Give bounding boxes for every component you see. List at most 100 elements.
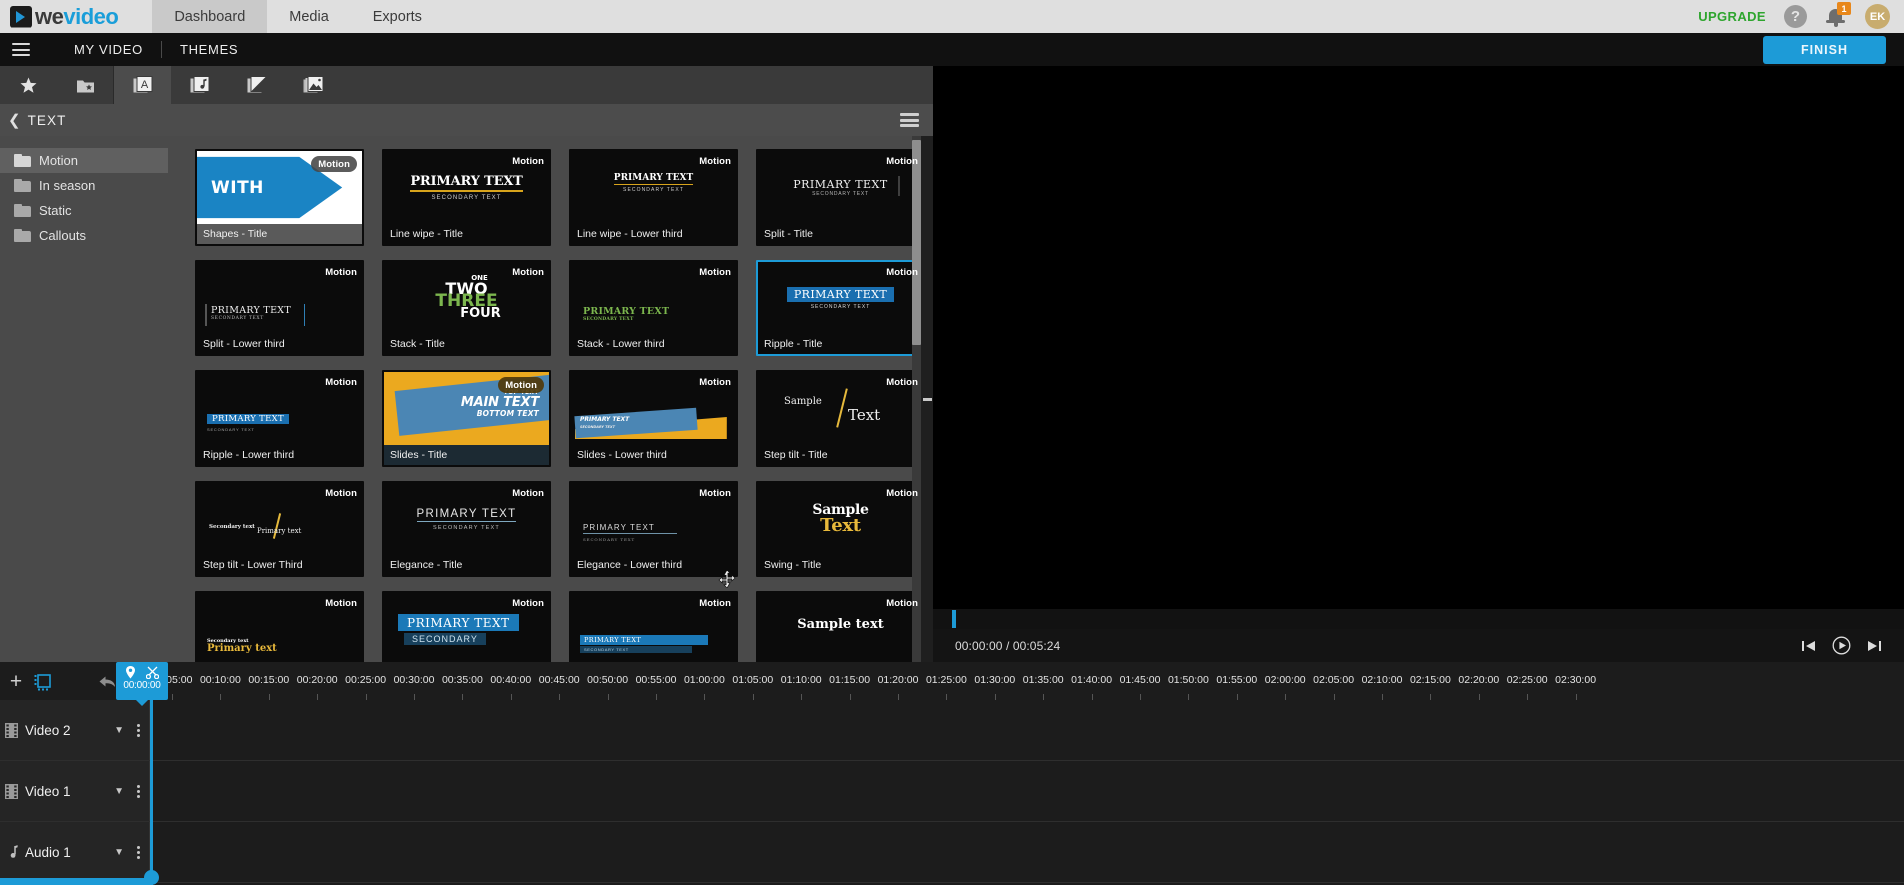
template-card[interactable]: PRIMARY TEXT SECONDARY TEXT Motion Elega… bbox=[382, 480, 551, 577]
tab-my-video[interactable]: MY VIDEO bbox=[56, 42, 161, 57]
template-grid-wrap: WITH Motion Shapes - Title PRIMARY TEXT … bbox=[168, 136, 933, 662]
thumb-primary-text: PRIMARY TEXT bbox=[398, 614, 519, 631]
thumb-secondary-text: SECONDARY TEXT bbox=[431, 195, 502, 201]
scrubber-playhead[interactable] bbox=[952, 610, 956, 628]
motion-badge: Motion bbox=[512, 156, 544, 167]
template-card[interactable]: Sample text Motion Flying - Title bbox=[756, 591, 925, 662]
template-card[interactable]: PRIMARY TEXT SECONDARY TEXT Motion Split… bbox=[756, 149, 925, 246]
finish-button[interactable]: FINISH bbox=[1763, 35, 1886, 64]
category-motion[interactable]: Motion bbox=[0, 148, 168, 173]
preview-scrubber[interactable] bbox=[933, 609, 1904, 629]
playhead-badge[interactable]: 00:00:00 bbox=[116, 662, 168, 700]
music-note-icon bbox=[10, 844, 18, 858]
library-tab-audio[interactable] bbox=[171, 66, 228, 104]
wevideo-logo[interactable]: wevideo bbox=[0, 0, 132, 33]
template-card[interactable]: PRIMARY TEXT SECONDARY TEXT Motion Line … bbox=[569, 149, 738, 246]
template-card[interactable]: PRIMARY TEXT SECONDARY TEXT Motion Line … bbox=[382, 149, 551, 246]
chevron-left-icon[interactable]: ❮ bbox=[8, 113, 21, 128]
template-card[interactable]: PRIMARY TEXT SECONDARY TEXT Motion Slide… bbox=[569, 370, 738, 467]
chevron-down-icon[interactable]: ▼ bbox=[111, 725, 127, 736]
preview-stage[interactable] bbox=[933, 66, 1904, 609]
add-media-button[interactable]: + bbox=[5, 671, 27, 692]
ruler-tick-label: 01:20:00 bbox=[877, 674, 919, 686]
track-header-video-1[interactable]: Video 1 ▼ bbox=[0, 761, 150, 821]
play-circle-icon bbox=[1832, 636, 1851, 655]
nav-item-media[interactable]: Media bbox=[267, 0, 351, 33]
avatar[interactable]: EK bbox=[1865, 4, 1890, 29]
play-button[interactable] bbox=[1832, 636, 1851, 655]
template-card[interactable]: PRIMARY TEXT SECONDARY TEXT Motion Stack… bbox=[569, 259, 738, 356]
crop-button[interactable] bbox=[30, 672, 54, 692]
upgrade-link[interactable]: UPGRADE bbox=[1698, 9, 1766, 24]
scrollbar-thumb[interactable] bbox=[912, 140, 921, 345]
playhead-line[interactable] bbox=[150, 700, 153, 885]
template-thumbnail: PRIMARY TEXT SECONDARY TEXT Motion bbox=[197, 261, 362, 335]
scissors-icon[interactable] bbox=[146, 666, 159, 679]
thumb-primary-text: PRIMARY TEXT bbox=[410, 174, 523, 192]
location-pin-icon[interactable] bbox=[125, 665, 136, 679]
library-tab-transitions[interactable] bbox=[228, 66, 285, 104]
template-card[interactable]: PRIMARY TEXT SECONDARY TEXT Motion Rippl… bbox=[195, 370, 364, 467]
skip-to-start-button[interactable] bbox=[1801, 639, 1816, 653]
template-caption: Swing - Title bbox=[758, 555, 923, 575]
tab-themes[interactable]: THEMES bbox=[162, 42, 256, 57]
template-card[interactable]: PRIMARY TEXT SECONDARY TEXT Motion Rolle… bbox=[569, 591, 738, 662]
category-static[interactable]: Static bbox=[0, 198, 168, 223]
track-lane-video-2[interactable] bbox=[150, 700, 1904, 760]
template-card[interactable]: PRIMARY TEXT SECONDARY TEXT Motion Rippl… bbox=[756, 259, 925, 356]
template-card[interactable]: PRIMARY TEXT SECONDARY TEXT Motion Split… bbox=[195, 259, 364, 356]
motion-badge: Motion bbox=[699, 377, 731, 388]
nav-item-dashboard[interactable]: Dashboard bbox=[152, 0, 268, 33]
library-tab-graphics[interactable] bbox=[285, 66, 342, 104]
chevron-down-icon[interactable]: ▼ bbox=[111, 847, 127, 858]
category-callouts[interactable]: Callouts bbox=[0, 223, 168, 248]
template-card[interactable]: Secondary text Primary text Motion Step … bbox=[195, 480, 364, 577]
template-card[interactable]: PRIMARY TEXT SECONDARY Motion Roller - T… bbox=[382, 591, 551, 662]
hamburger-icon[interactable] bbox=[8, 40, 34, 60]
library-title: TEXT bbox=[27, 112, 67, 128]
track-label: Audio 1 bbox=[25, 844, 71, 860]
template-caption: Stack - Title bbox=[384, 334, 549, 354]
track-header-audio-1[interactable]: Audio 1 ▼ bbox=[0, 822, 150, 882]
thumb-primary-text: Sample text bbox=[797, 617, 884, 632]
template-card[interactable]: Sample Text Motion Step tilt - Title bbox=[756, 370, 925, 467]
chevron-down-icon[interactable]: ▼ bbox=[111, 786, 127, 797]
ruler-tick-label: 00:50:00 bbox=[587, 674, 629, 686]
track-lane-audio-1[interactable] bbox=[150, 822, 1904, 882]
notifications-button[interactable]: 1 bbox=[1825, 2, 1851, 28]
library-tab-text[interactable]: A bbox=[114, 66, 171, 104]
category-label: In season bbox=[39, 178, 96, 193]
library-tabs: A bbox=[0, 66, 933, 104]
skip-to-end-button[interactable] bbox=[1867, 639, 1882, 653]
template-thumbnail: PRIMARY TEXT SECONDARY TEXT Motion bbox=[758, 151, 923, 224]
motion-badge: Motion bbox=[512, 487, 544, 499]
project-bar: MY VIDEO THEMES FINISH bbox=[0, 33, 1904, 66]
template-card[interactable]: ONE TWO THREE FOUR Motion Stack - Title bbox=[382, 259, 551, 356]
category-in-season[interactable]: In season bbox=[0, 173, 168, 198]
template-caption: Slides - Lower third bbox=[571, 445, 736, 465]
track-header-video-2[interactable]: Video 2 ▼ bbox=[0, 700, 150, 760]
motion-badge: Motion bbox=[699, 156, 731, 167]
template-card[interactable]: Sample Text Motion Swing - Title bbox=[756, 480, 925, 577]
nav-item-exports[interactable]: Exports bbox=[351, 0, 444, 33]
thumb-secondary-text: SECONDARY TEXT bbox=[583, 536, 636, 542]
ruler-tick-label: 01:05:00 bbox=[732, 674, 774, 686]
library-tab-my-media[interactable] bbox=[57, 66, 114, 104]
track-menu-icon[interactable] bbox=[134, 723, 149, 737]
template-card[interactable]: PRIMARY TEXT SECONDARY TEXT Motion Elega… bbox=[569, 480, 738, 577]
notification-badge: 1 bbox=[1837, 2, 1851, 15]
track-lane-video-1[interactable] bbox=[150, 761, 1904, 821]
playhead-knob[interactable] bbox=[144, 870, 159, 885]
library-scrollbar[interactable] bbox=[912, 136, 921, 662]
list-menu-icon[interactable] bbox=[900, 113, 919, 127]
track-menu-icon[interactable] bbox=[134, 784, 149, 798]
template-card[interactable]: TOP TEXT MAIN TEXT BOTTOM TEXT Motion Sl… bbox=[382, 370, 551, 467]
panel-resize-handle[interactable] bbox=[921, 136, 933, 662]
template-caption: Stack - Lower third bbox=[571, 334, 736, 354]
template-card[interactable]: Secondary text Primary text Motion Swing… bbox=[195, 591, 364, 662]
library-tab-favorites[interactable] bbox=[0, 66, 57, 104]
help-icon[interactable]: ? bbox=[1784, 5, 1807, 28]
track-menu-icon[interactable] bbox=[134, 845, 149, 859]
timeline-ruler[interactable]: 00:05:00 00:10:00 00:15:00 00:20:00 00:25:00… bbox=[150, 662, 1904, 700]
template-card[interactable]: WITH Motion Shapes - Title bbox=[195, 149, 364, 246]
